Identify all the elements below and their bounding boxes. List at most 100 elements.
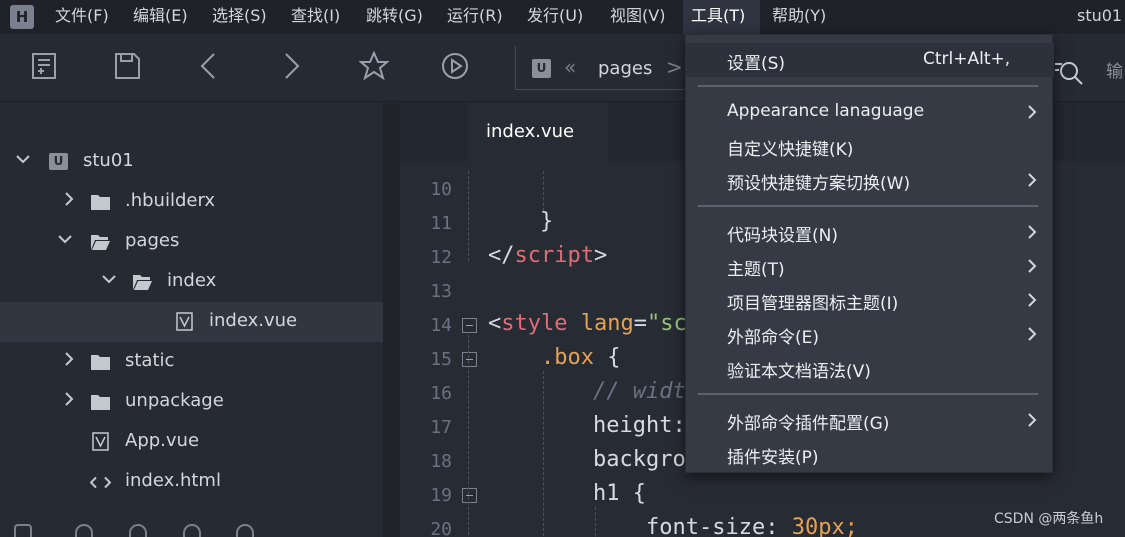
search-icon[interactable] [1052, 56, 1086, 90]
tab-label: index.vue [486, 121, 575, 142]
chevron-right-icon [1028, 225, 1037, 239]
menu-view[interactable]: 视图(V) [602, 0, 673, 34]
chevron-right-icon[interactable] [62, 192, 76, 206]
line-number: 10 [430, 179, 452, 200]
menu-separator [698, 205, 1038, 207]
menu-tools[interactable]: 工具(T) [683, 0, 760, 34]
menu-help[interactable]: 帮助(Y) [764, 0, 834, 34]
menu-goto[interactable]: 跳转(G) [358, 0, 431, 34]
menu-item-snippet-settings[interactable]: 代码块设置(N) [686, 215, 1054, 249]
menu-item-appearance-language[interactable]: Appearance lanaguage [686, 95, 1054, 129]
line-number: 19 [430, 485, 452, 506]
menu-publish[interactable]: 发行(U) [519, 0, 591, 34]
tree-label: index.vue [209, 310, 298, 331]
save-icon[interactable] [109, 48, 145, 84]
new-file-icon[interactable] [26, 48, 62, 84]
menu-item-label: 代码块设置(N) [727, 226, 838, 246]
chevron-down-icon[interactable] [16, 152, 30, 166]
menu-item-label: Appearance lanaguage [727, 101, 925, 121]
code-line-18: backgro [593, 447, 686, 472]
tree-item-static[interactable]: static [0, 342, 383, 382]
folder-icon [91, 395, 110, 410]
menu-item-custom-shortcuts[interactable]: 自定义快捷键(K) [686, 129, 1054, 163]
fold-marker[interactable] [462, 318, 477, 333]
menu-item-external-plugin-config[interactable]: 外部命令插件配置(G) [686, 403, 1054, 437]
chevron-right-icon[interactable] [62, 392, 76, 406]
line-number: 16 [430, 383, 452, 404]
line-number: 11 [430, 213, 452, 234]
tree-item-index-html[interactable]: index.html [0, 462, 383, 502]
chevron-down-icon[interactable] [102, 272, 116, 286]
menu-separator [698, 393, 1038, 395]
breadcrumb-back-arrows[interactable]: « [564, 55, 576, 79]
menu-edit[interactable]: 编辑(E) [125, 0, 196, 34]
forward-icon[interactable] [273, 48, 309, 84]
menu-select[interactable]: 选择(S) [204, 0, 275, 34]
tree-label: index.html [125, 470, 221, 491]
menu-item-label: 设置(S) [727, 54, 786, 74]
menu-item-validate-syntax[interactable]: 验证本文档语法(V) [686, 351, 1054, 385]
breadcrumb[interactable]: U « pages > [515, 46, 685, 90]
tree-item-index-vue[interactable]: index.vue [0, 302, 383, 342]
code-line-20: font-size: 30px; [646, 515, 858, 537]
menu-item-label: 主题(T) [727, 260, 785, 280]
tree-item-unpackage[interactable]: unpackage [0, 382, 383, 422]
chevron-right-icon [1028, 259, 1037, 273]
code-line-16: // widt [593, 379, 686, 404]
code-line-17: height: [593, 413, 686, 438]
refresh-tab-icon[interactable] [183, 524, 201, 537]
menu-item-label: 项目管理器图标主题(I) [727, 294, 899, 314]
code-line-15: .box { [541, 345, 621, 370]
vue-file-icon [176, 312, 193, 331]
menu-item-plugin-install[interactable]: 插件安装(P) [686, 437, 1054, 471]
tree-item-app-vue[interactable]: App.vue [0, 422, 383, 462]
tree-item-hbuilderx[interactable]: .hbuilderx [0, 182, 383, 222]
folder-tab-icon[interactable] [14, 524, 32, 537]
bug-tab-icon[interactable] [129, 524, 147, 537]
menu-item-settings[interactable]: 设置(S) Ctrl+Alt+, [686, 43, 1054, 77]
indent-guide [468, 335, 469, 535]
menu-file[interactable]: 文件(F) [47, 0, 117, 34]
menu-item-label: 外部命令插件配置(G) [727, 414, 890, 434]
indent-guide [543, 371, 544, 537]
tree-item-pages[interactable]: pages [0, 222, 383, 262]
star-icon[interactable] [356, 48, 392, 84]
menu-item-label: 外部命令(E) [727, 328, 820, 348]
run-icon[interactable] [437, 48, 473, 84]
code-line-11: } [540, 209, 554, 234]
menu-run[interactable]: 运行(R) [439, 0, 511, 34]
tree-item-index[interactable]: index [0, 262, 383, 302]
menu-item-label: 验证本文档语法(V) [727, 362, 871, 382]
project-explorer: U stu01 .hbuilderx pages index index.vue… [0, 103, 383, 537]
breadcrumb-item-pages[interactable]: pages [598, 58, 652, 79]
menu-item-theme[interactable]: 主题(T) [686, 249, 1054, 283]
tree-label: pages [125, 230, 180, 251]
menu-item-label: 自定义快捷键(K) [727, 140, 854, 160]
tab-index-vue[interactable]: index.vue [468, 103, 608, 161]
plugin-tab-icon[interactable] [75, 524, 93, 537]
input-label: 输 [1106, 62, 1123, 82]
menu-find[interactable]: 查找(I) [283, 0, 348, 34]
fold-marker[interactable] [462, 488, 477, 503]
menu-item-external-commands[interactable]: 外部命令(E) [686, 317, 1054, 351]
html-file-icon [90, 476, 111, 489]
line-number: 15 [430, 349, 452, 370]
menu-item-keymap-preset[interactable]: 预设快捷键方案切换(W) [686, 163, 1054, 197]
chevron-right-icon[interactable] [62, 352, 76, 366]
tree-item-stu01[interactable]: U stu01 [0, 142, 383, 182]
line-number: 20 [430, 519, 452, 537]
back-icon[interactable] [191, 48, 227, 84]
hbuilder-window: { "app": {"logo": "H", "window_title": "… [0, 0, 1125, 537]
chevron-down-icon[interactable] [58, 232, 72, 246]
panel-divider[interactable] [383, 103, 400, 537]
chevron-right-icon [1028, 413, 1037, 427]
window-title: stu01 [1077, 6, 1123, 25]
menu-item-explorer-icon-theme[interactable]: 项目管理器图标主题(I) [686, 283, 1054, 317]
globe-tab-icon[interactable] [236, 524, 254, 537]
fold-marker[interactable] [462, 352, 477, 367]
code-line-12: </script> [488, 243, 608, 268]
tree-label: index [167, 270, 217, 291]
hbuilder-logo-icon: H [10, 5, 34, 29]
watermark: CSDN @两条鱼h [994, 511, 1104, 527]
code-line-19: h1 { [593, 481, 646, 506]
